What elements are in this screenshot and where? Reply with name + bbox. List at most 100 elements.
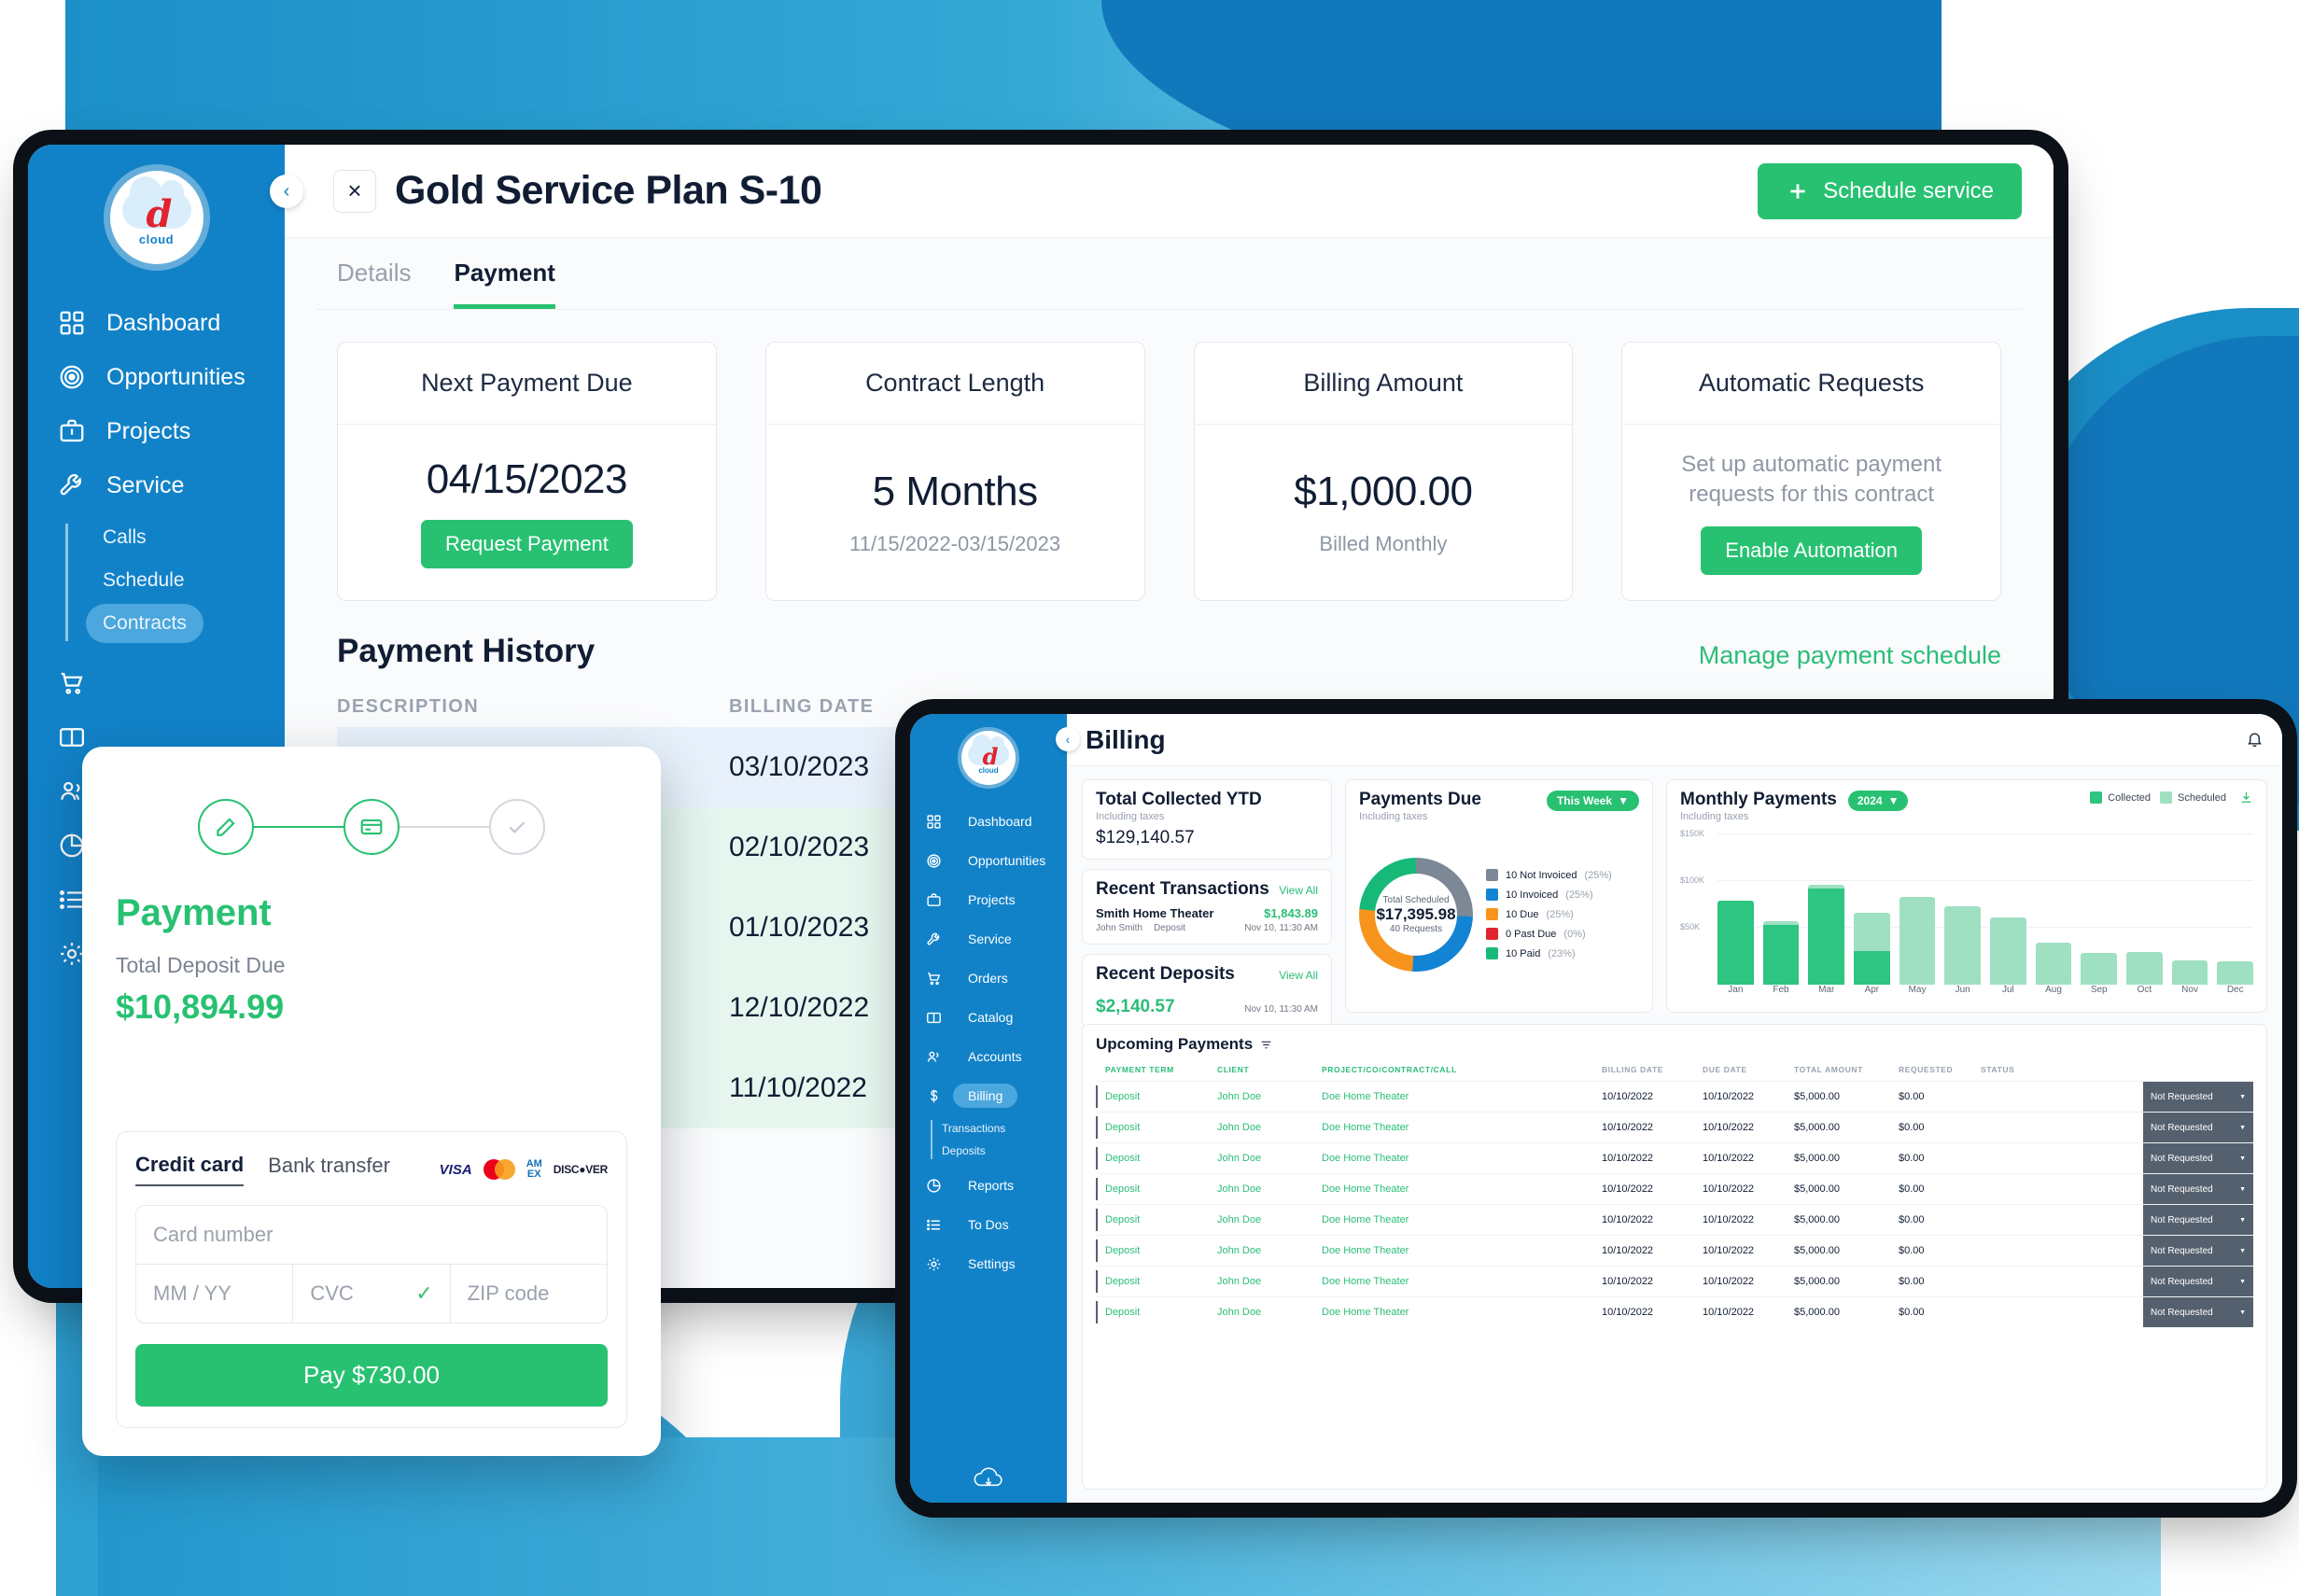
- status-dropdown[interactable]: Not Requested ▼: [2143, 1266, 2253, 1297]
- table-row[interactable]: Deposit John Doe Doe Home Theater 10/10/202…: [1096, 1204, 2253, 1236]
- bar-group[interactable]: [2171, 830, 2208, 985]
- tab-credit-card[interactable]: Credit card: [135, 1153, 245, 1186]
- cell-client[interactable]: John Doe: [1217, 1245, 1322, 1256]
- bar-group[interactable]: [1762, 830, 1800, 985]
- manage-payment-schedule-link[interactable]: Manage payment schedule: [1699, 641, 2001, 670]
- sidebar-item-opportunities[interactable]: Opportunities: [28, 350, 285, 404]
- status-dropdown[interactable]: Not Requested ▼: [2143, 1173, 2253, 1205]
- cell-payment-term[interactable]: Deposit: [1105, 1307, 1217, 1318]
- bar-group[interactable]: [2081, 830, 2118, 985]
- bar-group[interactable]: [1717, 830, 1754, 985]
- table-row[interactable]: Deposit John Doe Doe Home Theater 10/10/202…: [1096, 1112, 2253, 1143]
- view-all-transactions-link[interactable]: View All: [1279, 884, 1318, 897]
- bar-group[interactable]: [1808, 830, 1845, 985]
- cell-client[interactable]: John Doe: [1217, 1276, 1322, 1287]
- bar-group[interactable]: [2035, 830, 2072, 985]
- table-row[interactable]: Deposit John Doe Doe Home Theater 10/10/202…: [1096, 1142, 2253, 1174]
- sidebar-item-service[interactable]: Service: [910, 919, 1067, 959]
- expiry-input[interactable]: MM / YY: [136, 1265, 294, 1323]
- cell-project[interactable]: Doe Home Theater: [1322, 1091, 1602, 1102]
- cell-project[interactable]: Doe Home Theater: [1322, 1153, 1602, 1164]
- bar-group[interactable]: [1990, 830, 2026, 985]
- enable-automation-button[interactable]: Enable Automation: [1701, 526, 1922, 576]
- sidebar-item-catalog[interactable]: Catalog: [910, 998, 1067, 1037]
- schedule-service-button[interactable]: Schedule service: [1758, 162, 2022, 219]
- sidebar-item-opportunities[interactable]: Opportunities: [910, 841, 1067, 880]
- pay-button[interactable]: Pay $730.00: [135, 1344, 608, 1407]
- cell-payment-term[interactable]: Deposit: [1105, 1091, 1217, 1102]
- status-dropdown[interactable]: Not Requested ▼: [2143, 1142, 2253, 1174]
- sidebar-item-schedule[interactable]: Schedule: [86, 561, 202, 600]
- sidebar-item-billing[interactable]: Billing: [910, 1076, 1067, 1115]
- cell-payment-term[interactable]: Deposit: [1105, 1245, 1217, 1256]
- sidebar-item-service[interactable]: Service: [28, 458, 285, 512]
- cell-client[interactable]: John Doe: [1217, 1122, 1322, 1133]
- tab-details[interactable]: Details: [337, 259, 411, 309]
- cell-client[interactable]: John Doe: [1217, 1307, 1322, 1318]
- cell-client[interactable]: John Doe: [1217, 1091, 1322, 1102]
- cell-payment-term[interactable]: Deposit: [1105, 1183, 1217, 1195]
- cell-status: Not Requested ▼: [1981, 1173, 2253, 1205]
- table-row[interactable]: Deposit John Doe Doe Home Theater 10/10/202…: [1096, 1235, 2253, 1267]
- cell-client[interactable]: John Doe: [1217, 1183, 1322, 1195]
- check-icon[interactable]: [489, 799, 545, 855]
- sidebar-item-settings[interactable]: Settings: [910, 1244, 1067, 1283]
- card-icon[interactable]: [343, 799, 400, 855]
- sidebar-item-projects[interactable]: Projects: [28, 404, 285, 458]
- tab-payment[interactable]: Payment: [454, 259, 555, 309]
- status-dropdown[interactable]: Not Requested ▼: [2143, 1235, 2253, 1267]
- close-button[interactable]: ×: [333, 169, 376, 213]
- sidebar-item-reports[interactable]: Reports: [910, 1166, 1067, 1205]
- bar-group[interactable]: [1944, 830, 1982, 985]
- sidebar-item-dashboard[interactable]: Dashboard: [910, 802, 1067, 841]
- cell-payment-term[interactable]: Deposit: [1105, 1122, 1217, 1133]
- bell-icon[interactable]: [2246, 731, 2264, 749]
- cell-project[interactable]: Doe Home Theater: [1322, 1214, 1602, 1225]
- table-row[interactable]: Deposit John Doe Doe Home Theater 10/10/202…: [1096, 1266, 2253, 1297]
- sidebar-item-dashboard[interactable]: Dashboard: [28, 296, 285, 350]
- table-row[interactable]: Deposit John Doe Doe Home Theater 10/10/202…: [1096, 1173, 2253, 1205]
- cell-project[interactable]: Doe Home Theater: [1322, 1122, 1602, 1133]
- cell-client[interactable]: John Doe: [1217, 1214, 1322, 1225]
- filter-icon[interactable]: [1260, 1039, 1272, 1051]
- sidebar-item-accounts[interactable]: Accounts: [910, 1037, 1067, 1076]
- download-icon[interactable]: [2239, 791, 2253, 805]
- bar-group[interactable]: [1854, 830, 1890, 985]
- cell-client[interactable]: John Doe: [1217, 1153, 1322, 1164]
- this-week-filter-chip[interactable]: This Week ▼: [1546, 791, 1639, 811]
- sidebar-item-projects[interactable]: Projects: [910, 880, 1067, 919]
- cell-payment-term[interactable]: Deposit: [1105, 1276, 1217, 1287]
- sidebar-item-orders[interactable]: Orders: [910, 959, 1067, 998]
- status-dropdown[interactable]: Not Requested ▼: [2143, 1112, 2253, 1143]
- sidebar-item-orders[interactable]: [28, 656, 285, 710]
- bar-group[interactable]: [1899, 830, 1936, 985]
- year-filter-chip[interactable]: 2024 ▼: [1847, 791, 1909, 811]
- pencil-icon[interactable]: [198, 799, 254, 855]
- bar-group[interactable]: [2126, 830, 2163, 985]
- cell-payment-term[interactable]: Deposit: [1105, 1214, 1217, 1225]
- status-dropdown[interactable]: Not Requested ▼: [2143, 1081, 2253, 1113]
- cell-project[interactable]: Doe Home Theater: [1322, 1245, 1602, 1256]
- zip-input[interactable]: ZIP code: [451, 1265, 607, 1323]
- card-number-input[interactable]: Card number: [136, 1206, 607, 1265]
- sidebar-item-contracts[interactable]: Contracts: [86, 604, 203, 643]
- table-row[interactable]: Deposit John Doe Doe Home Theater 10/10/202…: [1096, 1296, 2253, 1327]
- sidebar-item-transactions[interactable]: Transactions: [942, 1117, 1067, 1140]
- bar-group[interactable]: [2217, 830, 2254, 985]
- sidebar-collapse-button[interactable]: ‹: [1056, 727, 1080, 751]
- cell-payment-term[interactable]: Deposit: [1105, 1153, 1217, 1164]
- cell-project[interactable]: Doe Home Theater: [1322, 1183, 1602, 1195]
- request-payment-button[interactable]: Request Payment: [420, 520, 633, 568]
- cvc-input[interactable]: CVC ✓: [293, 1265, 451, 1323]
- sidebar-collapse-button[interactable]: ‹: [270, 175, 303, 208]
- sidebar-item-deposits[interactable]: Deposits: [942, 1140, 1067, 1162]
- status-dropdown[interactable]: Not Requested ▼: [2143, 1204, 2253, 1236]
- tab-bank-transfer[interactable]: Bank transfer: [268, 1154, 390, 1185]
- cell-project[interactable]: Doe Home Theater: [1322, 1276, 1602, 1287]
- view-all-deposits-link[interactable]: View All: [1279, 969, 1318, 982]
- status-dropdown[interactable]: Not Requested ▼: [2143, 1296, 2253, 1327]
- table-row[interactable]: Deposit John Doe Doe Home Theater 10/10/202…: [1096, 1081, 2253, 1113]
- sidebar-item-todos[interactable]: To Dos: [910, 1205, 1067, 1244]
- cell-project[interactable]: Doe Home Theater: [1322, 1307, 1602, 1318]
- sidebar-item-calls[interactable]: Calls: [86, 518, 163, 557]
